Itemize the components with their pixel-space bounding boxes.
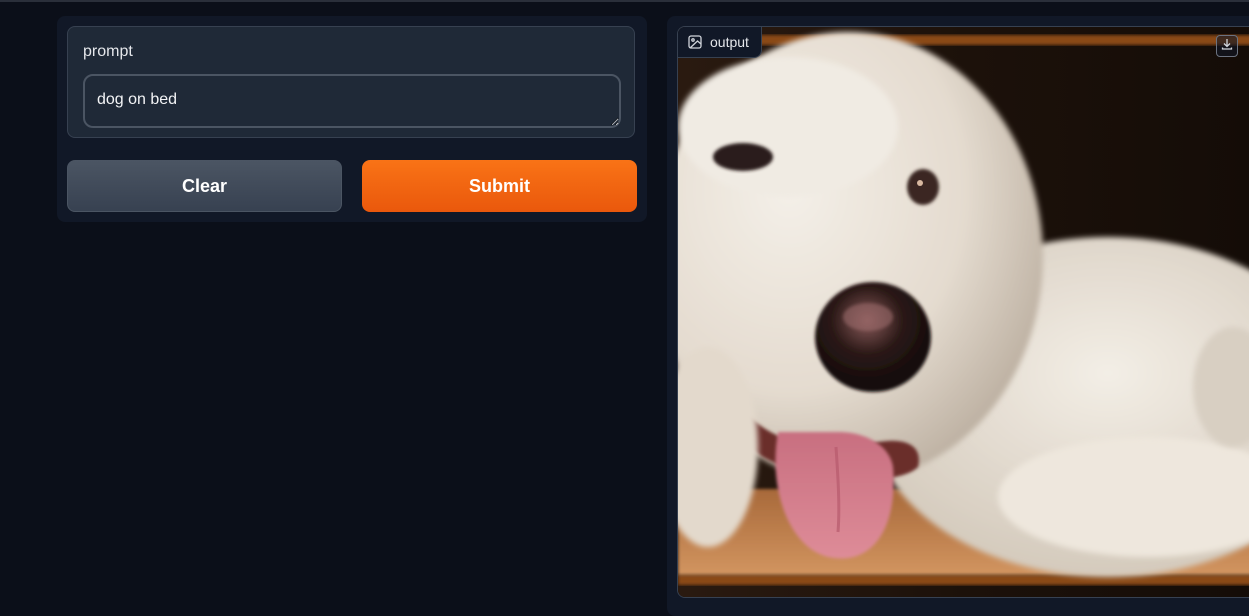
input-panel: prompt Clear Submit <box>57 16 647 222</box>
image-icon <box>688 35 702 49</box>
output-block: output <box>677 26 1249 598</box>
output-label: output <box>710 34 749 50</box>
submit-button[interactable]: Submit <box>362 160 637 212</box>
prompt-label: prompt <box>83 43 133 60</box>
output-image <box>678 27 1249 597</box>
output-panel: output <box>667 16 1249 616</box>
download-icon <box>1221 37 1233 55</box>
prompt-input[interactable] <box>83 74 621 128</box>
clear-button[interactable]: Clear <box>67 160 342 212</box>
top-divider <box>0 0 1249 2</box>
prompt-block: prompt <box>67 26 635 138</box>
download-button[interactable] <box>1216 35 1238 57</box>
output-label-tab: output <box>678 27 762 58</box>
